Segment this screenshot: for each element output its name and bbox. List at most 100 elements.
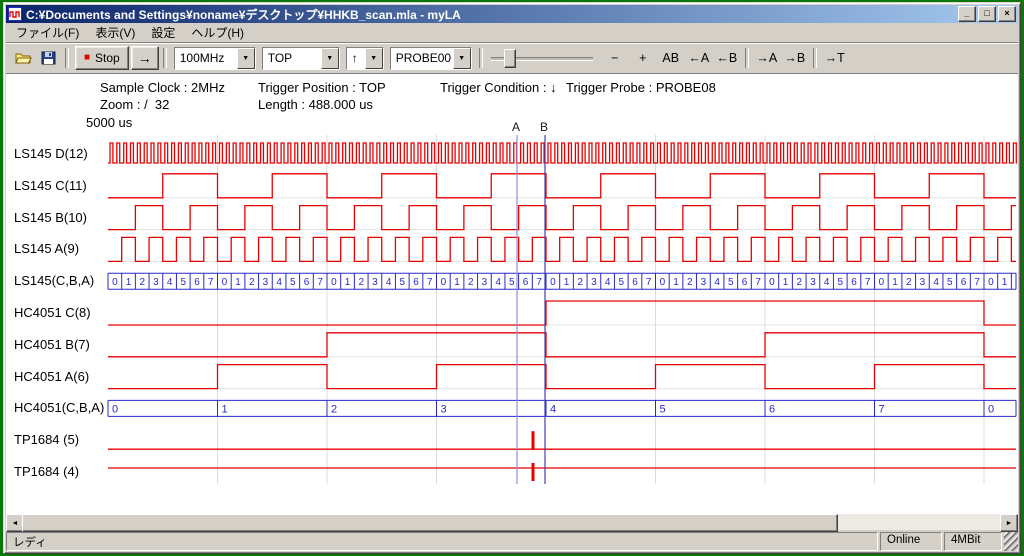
svg-text:3: 3 [263,277,269,288]
scrollbar-thumb[interactable] [22,514,838,532]
app-window: C:¥Documents and Settings¥noname¥デスクトップ¥… [3,2,1021,554]
svg-text:0: 0 [112,277,118,288]
minimize-icon[interactable]: _ [958,6,976,22]
toolbar-separator [745,48,749,68]
svg-text:1: 1 [564,277,570,288]
menu-item-2[interactable]: 設定 [143,22,183,43]
chevron-down-icon: ▼ [458,55,465,62]
svg-text:5: 5 [290,277,296,288]
svg-text:6: 6 [742,277,748,288]
svg-text:4: 4 [276,277,282,288]
svg-text:1: 1 [673,277,679,288]
svg-text:5: 5 [728,277,734,288]
run-button[interactable]: → [131,46,159,70]
trigger-condition-readout: Trigger Condition : ↓ [440,80,557,95]
trigger-probe-readout: Trigger Probe : PROBE08 [566,80,716,95]
toolbar-nav-buttons: −+AB←A←B →A→B →T [601,47,849,69]
svg-text:4: 4 [714,277,720,288]
svg-text:4: 4 [605,277,611,288]
svg-text:3: 3 [810,277,816,288]
zoom-readout: Zoom : / 32 [100,97,169,112]
svg-text:2: 2 [331,403,337,415]
menu-item-3[interactable]: ヘルプ(H) [183,22,252,43]
status-bar: レディ Online 4MBit [6,530,1018,551]
title-bar[interactable]: C:¥Documents and Settings¥noname¥デスクトップ¥… [6,5,1018,23]
svg-text:3: 3 [441,403,447,415]
svg-text:4: 4 [495,277,501,288]
nav-button-→A[interactable]: →A [754,47,780,69]
nav-button-→T[interactable]: →T [822,47,848,69]
close-icon[interactable]: × [998,6,1016,22]
svg-text:6: 6 [304,277,310,288]
svg-text:5: 5 [660,403,666,415]
sample-clock-value: 100MHz [175,48,237,69]
save-floppy-icon [41,51,56,65]
stop-button[interactable]: ■ Stop [75,46,129,70]
menu-item-1[interactable]: 表示(V) [87,22,143,43]
trigger-position-readout: Trigger Position : TOP [258,80,386,95]
chevron-down-icon: ▼ [242,55,249,62]
svg-text:6: 6 [413,277,419,288]
svg-text:7: 7 [536,277,542,288]
svg-text:0: 0 [550,277,556,288]
waveform-display[interactable]: 0123456701234567012345670123456701234567… [6,112,1018,514]
svg-text:0: 0 [988,277,994,288]
svg-text:1: 1 [892,277,898,288]
svg-text:5: 5 [509,277,515,288]
svg-text:1: 1 [235,277,241,288]
maximize-icon[interactable]: □ [978,6,996,22]
probe-value: PROBE00 [391,48,453,69]
scroll-right-icon[interactable]: ► [1000,514,1018,532]
stop-label: Stop [95,51,120,65]
nav-button-+[interactable]: + [630,47,656,69]
svg-text:5: 5 [619,277,625,288]
svg-text:7: 7 [865,277,871,288]
svg-text:0: 0 [879,277,885,288]
svg-text:1: 1 [1002,277,1008,288]
sample-clock-select[interactable]: 100MHz ▼ [174,47,256,70]
save-file-button[interactable] [37,47,60,69]
open-file-button[interactable] [12,47,35,69]
trigger-position-select[interactable]: TOP ▼ [262,47,340,70]
zoom-slider-thumb[interactable] [504,49,516,68]
menu-bar: ファイル(F)表示(V)設定ヘルプ(H) [6,23,1018,42]
trigger-position-value: TOP [263,48,321,69]
svg-text:2: 2 [249,277,255,288]
svg-text:0: 0 [222,277,228,288]
svg-text:0: 0 [441,277,447,288]
svg-text:7: 7 [208,277,214,288]
probe-select[interactable]: PROBE00 ▼ [390,47,472,70]
trigger-edge-select[interactable]: ↑ ▼ [346,47,384,70]
nav-button-−[interactable]: − [602,47,628,69]
svg-text:1: 1 [345,277,351,288]
menu-item-0[interactable]: ファイル(F) [8,22,87,43]
svg-text:1: 1 [783,277,789,288]
svg-text:2: 2 [687,277,693,288]
open-folder-icon [15,51,32,65]
chevron-down-icon: ▼ [326,55,333,62]
svg-text:3: 3 [701,277,707,288]
resize-grip[interactable] [1004,532,1018,551]
zoom-slider[interactable] [491,48,593,68]
toolbar-separator [163,48,167,68]
svg-text:4: 4 [167,277,173,288]
nav-button-AB[interactable]: AB [658,47,684,69]
svg-text:4: 4 [550,403,556,415]
svg-text:6: 6 [523,277,529,288]
svg-text:1: 1 [222,403,228,415]
svg-text:5: 5 [947,277,953,288]
svg-text:2: 2 [139,277,145,288]
svg-text:0: 0 [769,277,775,288]
stop-icon: ■ [84,53,90,63]
toolbar-separator [813,48,817,68]
waveform-client-area: Sample Clock : 2MHz Trigger Position : T… [6,74,1018,514]
chevron-down-icon: ▼ [370,55,377,62]
nav-button-→B[interactable]: →B [782,47,808,69]
svg-text:3: 3 [153,277,159,288]
horizontal-scrollbar[interactable]: ◄ ► [6,514,1018,530]
svg-text:0: 0 [112,403,118,415]
nav-button-←A[interactable]: ←A [686,47,712,69]
svg-text:5: 5 [400,277,406,288]
svg-text:7: 7 [755,277,761,288]
nav-button-←B[interactable]: ←B [714,47,740,69]
